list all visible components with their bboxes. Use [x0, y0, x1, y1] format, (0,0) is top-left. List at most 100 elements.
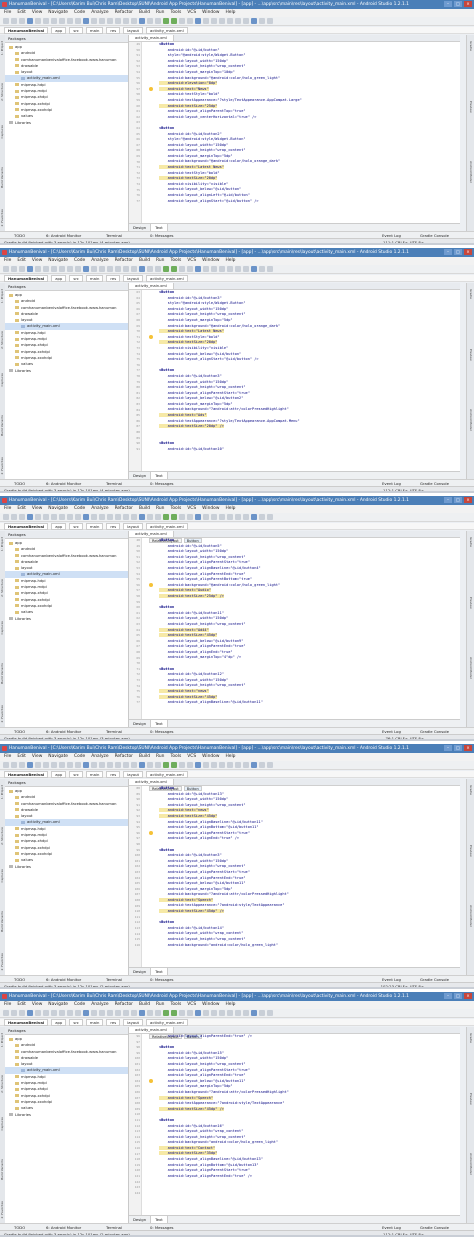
- breadcrumb-item[interactable]: main: [85, 770, 104, 778]
- toolbar-button-icon[interactable]: [115, 18, 121, 24]
- toolbar-button-icon[interactable]: [203, 514, 209, 520]
- toolbar-button-icon[interactable]: [51, 18, 57, 24]
- toolbar-button-icon[interactable]: [99, 18, 105, 24]
- breadcrumb-item[interactable]: activity_main.xml: [146, 1018, 188, 1026]
- tab-design[interactable]: Design: [129, 968, 150, 975]
- toolbar-button-icon[interactable]: [43, 1010, 49, 1016]
- toolbar-button-icon[interactable]: [51, 762, 57, 768]
- toolbar-button-icon[interactable]: [91, 18, 97, 24]
- toolbar-button-icon[interactable]: [139, 762, 145, 768]
- close-button[interactable]: ×: [464, 993, 472, 999]
- menu-tools[interactable]: Tools: [170, 505, 181, 513]
- toolbar-button-icon[interactable]: [35, 18, 41, 24]
- toolbar-button-icon[interactable]: [131, 18, 137, 24]
- menu-vcs[interactable]: VCS: [187, 1001, 196, 1009]
- intention-bulb-icon[interactable]: [149, 86, 153, 91]
- toolbar-button-icon[interactable]: [155, 18, 161, 24]
- toolbar-button-icon[interactable]: [83, 762, 89, 768]
- right-tool-tab[interactable]: Preview: [468, 101, 473, 113]
- editor-tab-activity-main[interactable]: activity_main.xml: [129, 283, 174, 289]
- toolbar-button-icon[interactable]: [243, 18, 249, 24]
- file-encoding[interactable]: UTF-8÷: [410, 487, 424, 491]
- menu-refactor[interactable]: Refactor: [115, 1001, 133, 1009]
- toolbar-button-icon[interactable]: [43, 18, 49, 24]
- toolbar-button-icon[interactable]: [11, 762, 17, 768]
- toolbar-button-icon[interactable]: [171, 1010, 177, 1016]
- breadcrumb-item[interactable]: main: [85, 274, 104, 282]
- toolbar-button-icon[interactable]: [139, 18, 145, 24]
- toolbar-button-icon[interactable]: [179, 514, 185, 520]
- maximize-button[interactable]: □: [454, 993, 462, 999]
- menu-analyze[interactable]: Analyze: [91, 9, 108, 17]
- toolbar-button-icon[interactable]: [83, 514, 89, 520]
- menu-window[interactable]: Window: [202, 257, 219, 265]
- menu-edit[interactable]: Edit: [17, 9, 26, 17]
- toolbar-button-icon[interactable]: [267, 266, 273, 272]
- line-separator[interactable]: CRLF÷: [395, 487, 408, 491]
- right-tool-tab[interactable]: Gradle: [468, 537, 473, 547]
- menu-build[interactable]: Build: [139, 505, 150, 513]
- toolbar-button-icon[interactable]: [171, 266, 177, 272]
- toolbar-button-icon[interactable]: [123, 1010, 129, 1016]
- toolbar-button-icon[interactable]: [187, 514, 193, 520]
- menu-analyze[interactable]: Analyze: [91, 505, 108, 513]
- toolbar-button-icon[interactable]: [131, 266, 137, 272]
- breadcrumb-item[interactable]: res: [106, 522, 121, 530]
- toolbar-button-icon[interactable]: [3, 266, 9, 272]
- menu-code[interactable]: Code: [74, 505, 85, 513]
- toolbar-button-icon[interactable]: [147, 514, 153, 520]
- toolbar-button-icon[interactable]: [235, 1010, 241, 1016]
- menu-code[interactable]: Code: [74, 9, 85, 17]
- toolbar-button-icon[interactable]: [27, 266, 33, 272]
- menu-refactor[interactable]: Refactor: [115, 505, 133, 513]
- toolbar-button-icon[interactable]: [83, 1010, 89, 1016]
- breadcrumb-item[interactable]: app: [51, 522, 67, 530]
- toolbar-button-icon[interactable]: [179, 18, 185, 24]
- menu-edit[interactable]: Edit: [17, 257, 26, 265]
- close-button[interactable]: ×: [464, 745, 472, 751]
- toolbar-button-icon[interactable]: [259, 514, 265, 520]
- breadcrumb-item[interactable]: src: [69, 770, 83, 778]
- menu-build[interactable]: Build: [139, 257, 150, 265]
- menu-run[interactable]: Run: [156, 505, 164, 513]
- menu-help[interactable]: Help: [225, 1001, 235, 1009]
- toolbar-button-icon[interactable]: [131, 762, 137, 768]
- toolbar-button-icon[interactable]: [267, 514, 273, 520]
- right-tool-tab[interactable]: Preview: [468, 1093, 473, 1105]
- breadcrumb-item[interactable]: layout: [123, 770, 144, 778]
- minimize-button[interactable]: –: [444, 249, 452, 255]
- right-tool-tab[interactable]: Preview: [468, 597, 473, 609]
- breadcrumb-item[interactable]: app: [51, 274, 67, 282]
- toolbar-button-icon[interactable]: [259, 266, 265, 272]
- toolbar-button-icon[interactable]: [163, 1010, 169, 1016]
- toolbar-button-icon[interactable]: [187, 1010, 193, 1016]
- toolbar-button-icon[interactable]: [35, 762, 41, 768]
- right-tool-tab[interactable]: Gradle: [468, 1033, 473, 1043]
- toolbar-button-icon[interactable]: [243, 514, 249, 520]
- menu-help[interactable]: Help: [225, 9, 235, 17]
- toolbar-button-icon[interactable]: [179, 762, 185, 768]
- toolbar-button-icon[interactable]: [203, 266, 209, 272]
- code-area[interactable]: <Button android:id="@+id/button13" andro…: [159, 786, 457, 967]
- menu-run[interactable]: Run: [156, 753, 164, 761]
- toolbar-button-icon[interactable]: [227, 762, 233, 768]
- toolbar-button-icon[interactable]: [83, 18, 89, 24]
- code-area[interactable]: <Button android:id="@+id/button5" androi…: [159, 538, 457, 719]
- breadcrumb-item[interactable]: HanumanBenival: [4, 1018, 49, 1026]
- toolbar-button-icon[interactable]: [187, 18, 193, 24]
- right-tool-tab[interactable]: Android Model: [468, 905, 473, 927]
- breadcrumb-item[interactable]: res: [106, 1018, 121, 1026]
- minimize-button[interactable]: –: [444, 993, 452, 999]
- intention-bulb-icon[interactable]: [149, 334, 153, 339]
- toolbar-button-icon[interactable]: [59, 1010, 65, 1016]
- toolbar-button-icon[interactable]: [155, 266, 161, 272]
- intention-bulb-icon[interactable]: [149, 830, 153, 835]
- toolbar-button-icon[interactable]: [147, 762, 153, 768]
- toolbar-button-icon[interactable]: [163, 18, 169, 24]
- toolbar-button-icon[interactable]: [59, 18, 65, 24]
- breadcrumb-item[interactable]: layout: [123, 274, 144, 282]
- editor-tab-activity-main[interactable]: activity_main.xml: [129, 1027, 174, 1033]
- file-encoding[interactable]: UTF-8÷: [410, 983, 424, 987]
- project-panel-header[interactable]: Packages: [5, 1027, 128, 1035]
- toolbar-button-icon[interactable]: [67, 514, 73, 520]
